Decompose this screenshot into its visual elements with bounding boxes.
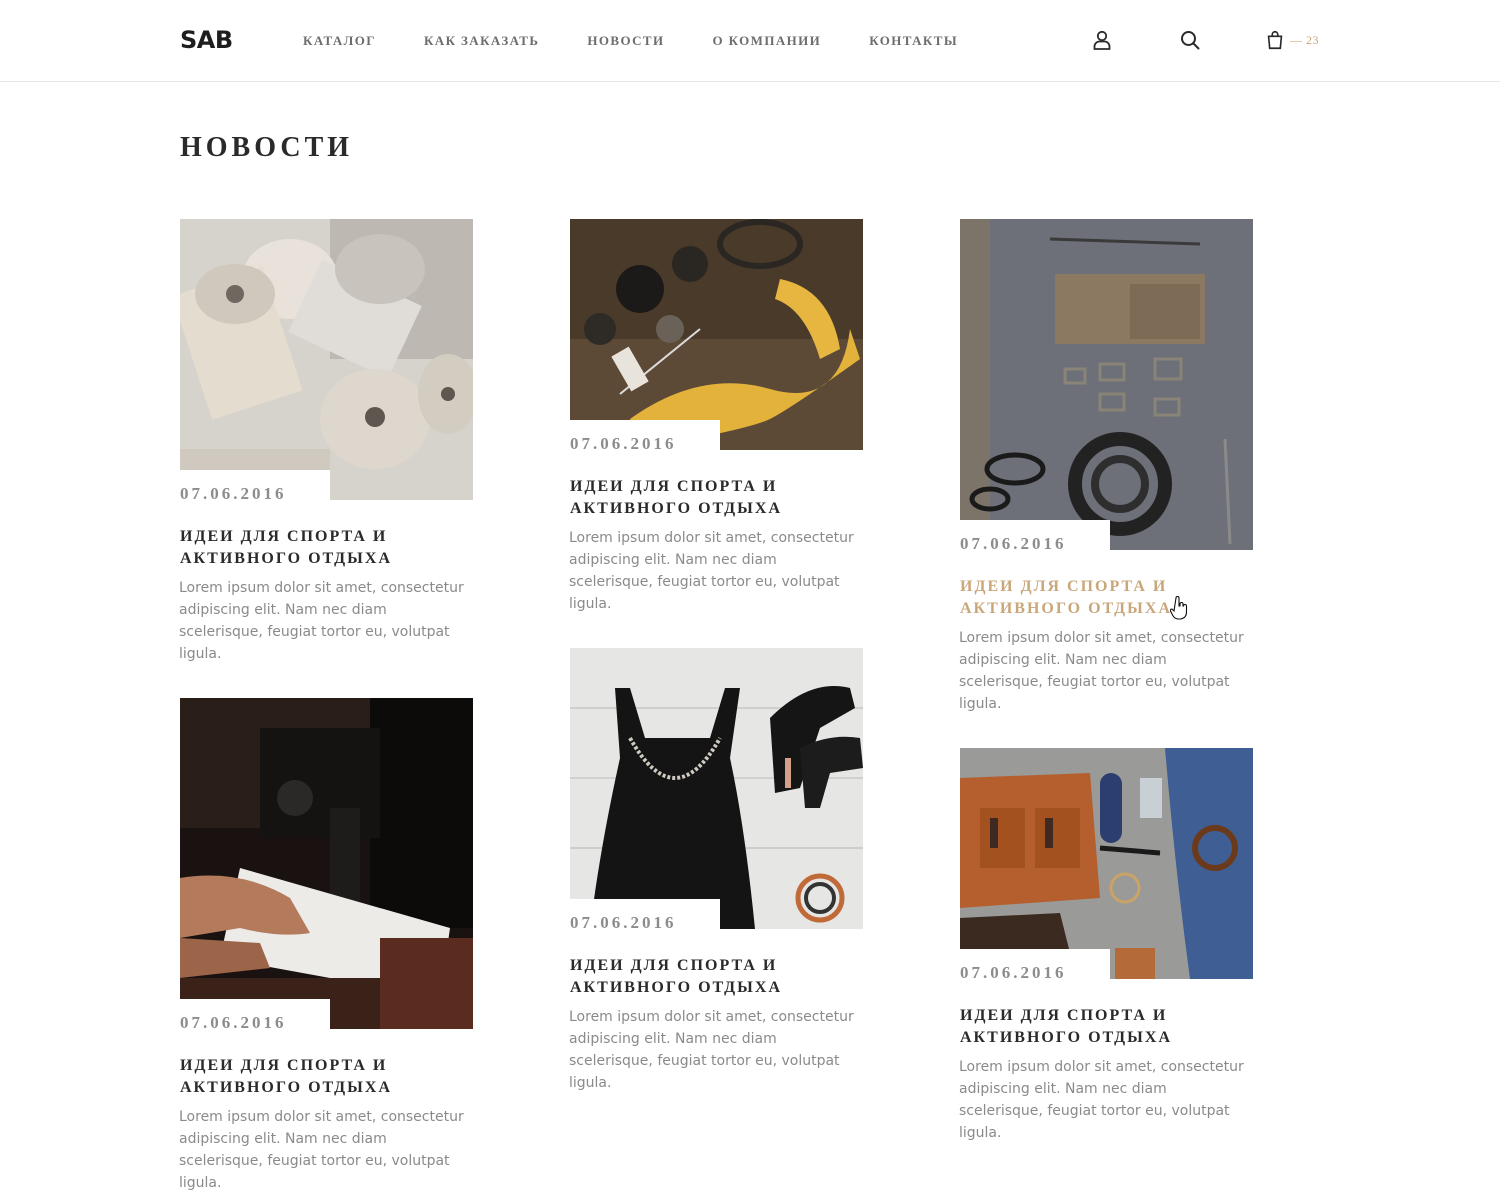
- news-image[interactable]: [570, 219, 863, 450]
- tailor-tools-image: [570, 219, 863, 450]
- news-date: 07.06.2016: [570, 434, 677, 453]
- main-nav: КАТАЛОГ КАК ЗАКАЗАТЬ НОВОСТИ О КОМПАНИИ …: [303, 33, 1006, 49]
- news-image[interactable]: [180, 698, 473, 1029]
- cart-button[interactable]: — 23: [1264, 28, 1319, 52]
- hand-cursor-icon: [1170, 596, 1188, 620]
- news-excerpt: Lorem ipsum dolor sit amet, consectetur …: [179, 1109, 464, 1191]
- shopping-bag-icon: [1267, 30, 1283, 50]
- sewing-machine-image: [180, 698, 473, 1029]
- thread-spools-image: [180, 219, 473, 500]
- news-image[interactable]: [960, 219, 1253, 550]
- date-box: 07.06.2016: [180, 999, 330, 1032]
- news-title[interactable]: Идеи для спорта и активного отдыха: [180, 526, 480, 570]
- cart-count: — 23: [1290, 32, 1319, 47]
- news-excerpt: Lorem ipsum dolor sit amet, consectetur …: [569, 530, 854, 612]
- news-title[interactable]: Идеи для спорта и активного отдыха: [180, 1055, 480, 1099]
- date-box: 07.06.2016: [960, 949, 1110, 982]
- nav-item-catalog[interactable]: КАТАЛОГ: [303, 33, 376, 49]
- news-excerpt: Lorem ipsum dolor sit amet, consectetur …: [959, 630, 1244, 712]
- site-header: SAB КАТАЛОГ КАК ЗАКАЗАТЬ НОВОСТИ О КОМПА…: [0, 0, 1500, 82]
- search-icon[interactable]: [1178, 28, 1202, 52]
- bag-and-jeans-image: [960, 748, 1253, 979]
- date-box: 07.06.2016: [570, 899, 720, 932]
- news-excerpt: Lorem ipsum dolor sit amet, consectetur …: [179, 580, 464, 662]
- news-image[interactable]: [960, 748, 1253, 979]
- nav-item-contacts[interactable]: КОНТАКТЫ: [869, 33, 958, 49]
- leather-tools-image: [960, 219, 1253, 550]
- news-date: 07.06.2016: [960, 963, 1067, 982]
- date-box: 07.06.2016: [570, 420, 720, 453]
- nav-item-how-to-order[interactable]: КАК ЗАКАЗАТЬ: [424, 33, 539, 49]
- user-icon[interactable]: [1090, 28, 1114, 52]
- date-box: 07.06.2016: [960, 520, 1110, 553]
- news-title[interactable]: Идеи для спорта и активного отдыха: [570, 955, 870, 999]
- news-date: 07.06.2016: [570, 913, 677, 932]
- news-title[interactable]: Идеи для спорта и активного отдыха: [960, 576, 1260, 620]
- nav-item-about[interactable]: О КОМПАНИИ: [713, 33, 822, 49]
- nav-item-news[interactable]: НОВОСТИ: [587, 33, 664, 49]
- news-title[interactable]: Идеи для спорта и активного отдыха: [570, 476, 870, 520]
- news-image[interactable]: [570, 648, 863, 929]
- news-date: 07.06.2016: [180, 484, 287, 503]
- news-excerpt: Lorem ipsum dolor sit amet, consectetur …: [569, 1009, 854, 1091]
- news-date: 07.06.2016: [960, 534, 1067, 553]
- news-title[interactable]: Идеи для спорта и активного отдыха: [960, 1005, 1260, 1049]
- logo[interactable]: SAB: [180, 26, 233, 54]
- page-title: НОВОСТИ: [180, 132, 354, 163]
- news-image[interactable]: [180, 219, 473, 500]
- news-date: 07.06.2016: [180, 1013, 287, 1032]
- news-excerpt: Lorem ipsum dolor sit amet, consectetur …: [959, 1059, 1244, 1141]
- date-box: 07.06.2016: [180, 470, 330, 503]
- dress-and-heels-image: [570, 648, 863, 929]
